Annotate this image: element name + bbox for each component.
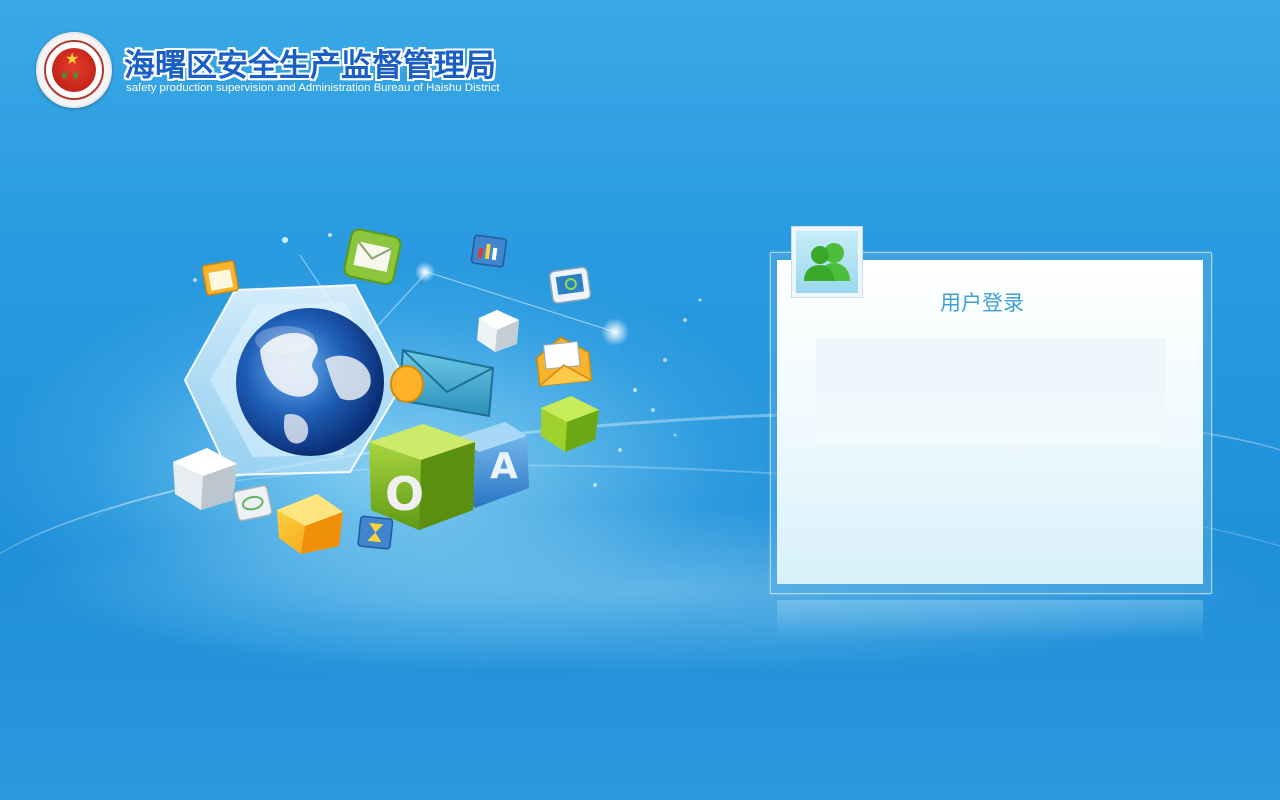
search-icon: [548, 266, 592, 304]
link-icon: [232, 484, 273, 522]
site-subtitle: safety production supervision and Admini…: [126, 82, 500, 94]
government-emblem-icon: ★ ❦❦: [36, 32, 112, 108]
site-title: 海曙区安全生产监督管理局: [124, 48, 496, 84]
login-panel-reflection: [777, 600, 1203, 640]
calendar-icon: [201, 260, 239, 296]
chart-icon: [470, 234, 508, 268]
site-header: ★ ❦❦ 海曙区安全生产监督管理局 safety production supe…: [36, 32, 556, 108]
oa-badge: A O: [369, 422, 529, 530]
cube-icon: [541, 396, 599, 452]
mail-icon: [343, 228, 402, 285]
cube-icon: [277, 494, 343, 554]
cube-icon: [477, 310, 519, 352]
mail-icon: [390, 348, 495, 418]
oa-letter-o: O: [385, 467, 424, 521]
envelope-icon: [536, 336, 593, 387]
hourglass-icon: [357, 515, 394, 550]
oa-letter-a: A: [490, 446, 518, 487]
login-form-area: [816, 338, 1166, 446]
users-icon: [791, 226, 863, 298]
login-title: 用户登录: [940, 291, 1024, 315]
hero-illustration: A O: [165, 210, 725, 580]
globe-icon: [236, 308, 384, 456]
